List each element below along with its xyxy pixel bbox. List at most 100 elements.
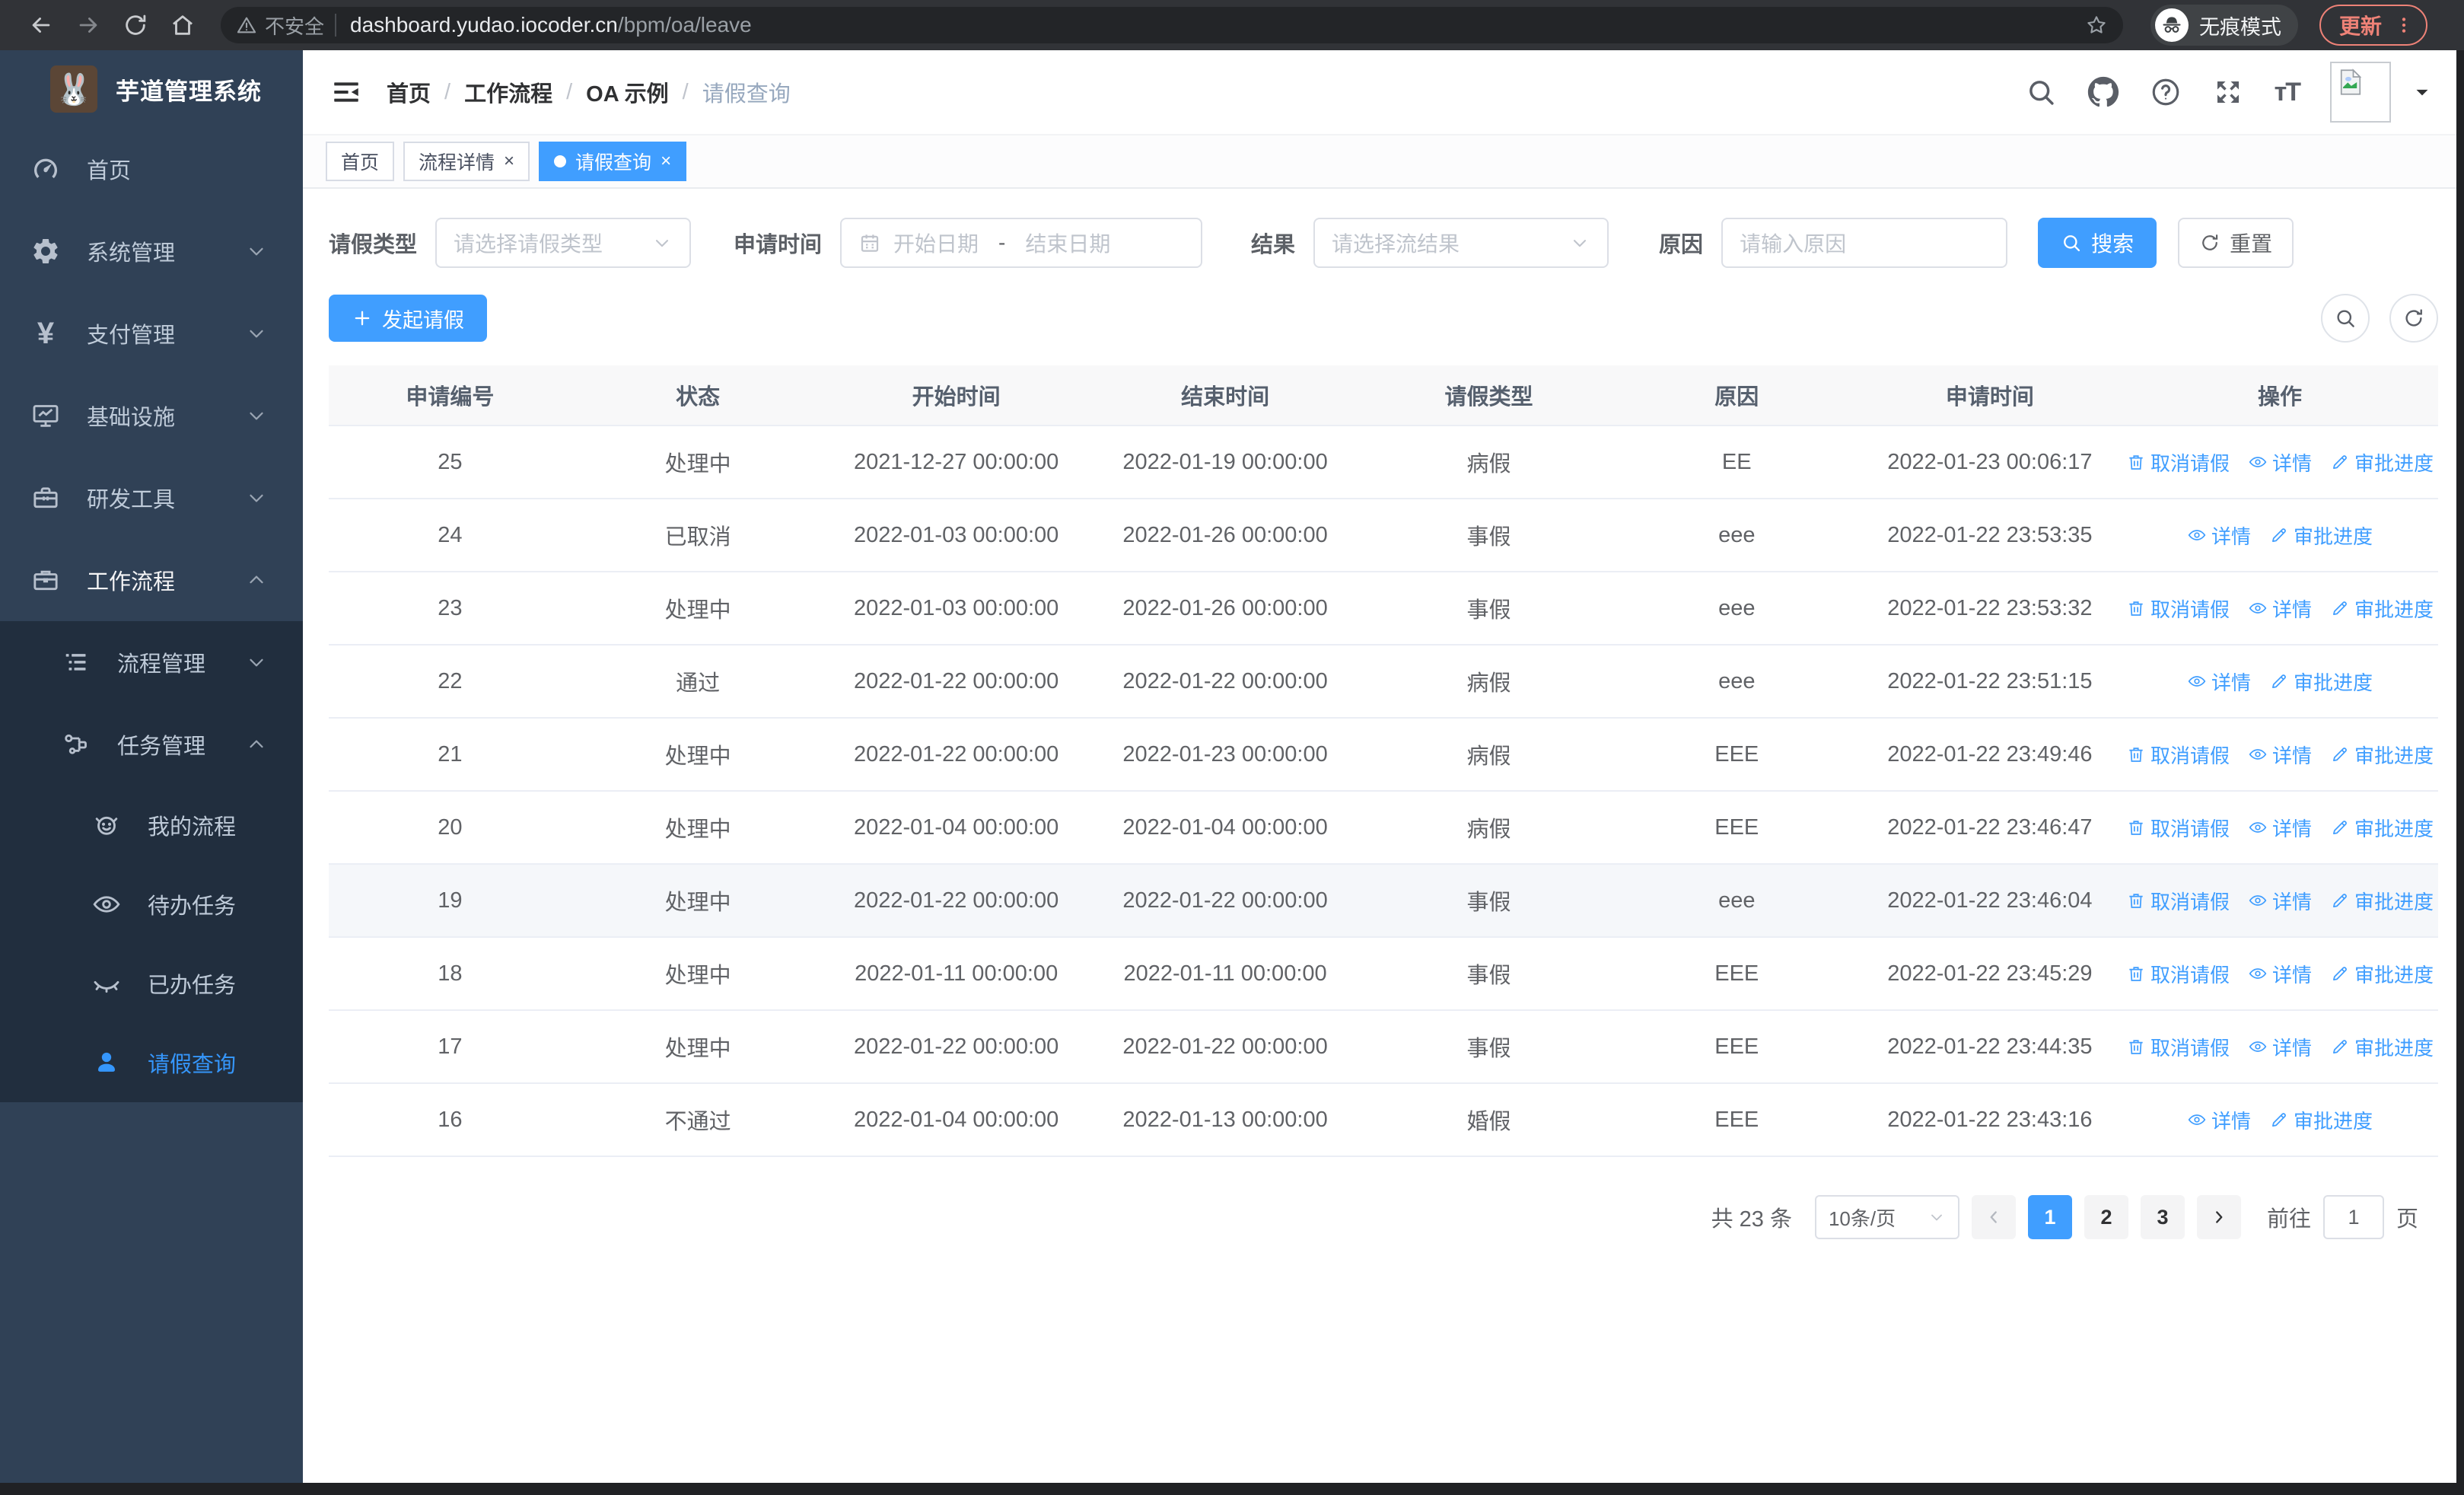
breadcrumb-item-0[interactable]: 首页	[387, 76, 431, 108]
apply-time-range-picker[interactable]: 开始日期 - 结束日期	[840, 218, 1203, 268]
tags-view-bar: 首页 流程详情 × 请假查询 ×	[303, 135, 2464, 189]
end-date-placeholder: 结束日期	[1025, 232, 1111, 256]
action-approval-progress[interactable]: 审批进度	[2269, 1106, 2373, 1134]
action-detail[interactable]: 详情	[2248, 1033, 2312, 1061]
breadcrumb-item-1[interactable]: 工作流程	[464, 76, 552, 108]
tab-1[interactable]: 流程详情 ×	[403, 142, 530, 181]
action-cancel-leave[interactable]: 取消请假	[2126, 887, 2230, 915]
sidebar-item-8[interactable]: 我的流程	[0, 786, 303, 865]
tab-0[interactable]: 首页	[326, 142, 395, 181]
column-header-3: 结束时间	[1181, 385, 1270, 410]
leave-type-select[interactable]: 请选择请假类型	[435, 218, 692, 268]
fontsize-icon[interactable]: тT	[2275, 78, 2301, 107]
action-approval-progress[interactable]: 审批进度	[2330, 960, 2434, 988]
action-detail[interactable]: 详情	[2187, 521, 2251, 550]
sidebar-item-1[interactable]: 系统管理	[0, 210, 303, 292]
sidebar-item-10[interactable]: 已办任务	[0, 944, 303, 1023]
action-cancel-leave[interactable]: 取消请假	[2126, 960, 2230, 988]
search-button[interactable]: 搜索	[2038, 218, 2157, 268]
browser-home-icon[interactable]	[163, 5, 202, 45]
action-detail[interactable]: 详情	[2248, 741, 2312, 769]
cell-status: 处理中	[664, 452, 731, 477]
avatar-caret-down-icon[interactable]	[2411, 81, 2434, 104]
goto-page-input[interactable]: 1	[2322, 1195, 2384, 1239]
sidebar-collapse-icon[interactable]	[330, 76, 362, 108]
sidebar-logo-row[interactable]: 🐰 芋道管理系统	[0, 50, 303, 128]
page-button-2[interactable]: 2	[2084, 1195, 2128, 1239]
browser-reload-icon[interactable]	[116, 5, 155, 45]
action-cancel-leave[interactable]: 取消请假	[2126, 741, 2230, 769]
page-button-1[interactable]: 1	[2027, 1195, 2072, 1239]
action-approval-progress[interactable]: 审批进度	[2330, 814, 2434, 842]
sidebar-item-9[interactable]: 待办任务	[0, 865, 303, 944]
avatar[interactable]	[2330, 62, 2391, 123]
cell-reason: EEE	[1714, 1034, 1759, 1059]
column-header-1: 状态	[676, 385, 721, 410]
address-bar[interactable]: 不安全 dashboard.yudao.iocoder.cn/bpm/oa/le…	[221, 7, 2123, 43]
refresh-table-button[interactable]	[2389, 294, 2438, 343]
sidebar-item-7[interactable]: 任务管理	[0, 703, 303, 786]
edit-icon	[2330, 964, 2350, 983]
cell-leave-type: 病假	[1466, 744, 1511, 769]
result-label: 结果	[1251, 233, 1296, 257]
action-approval-progress[interactable]: 审批进度	[2330, 741, 2434, 769]
browser-back-icon[interactable]	[21, 5, 61, 45]
cell-actions: 取消请假 详情 审批进度	[2126, 1033, 2434, 1061]
create-leave-button[interactable]: 发起请假	[329, 295, 487, 342]
table-row-17: 17 处理中 2022-01-22 00:00:00 2022-01-22 00:00…	[329, 1011, 2438, 1084]
sidebar-item-2[interactable]: ¥ 支付管理	[0, 292, 303, 375]
action-approval-progress[interactable]: 审批进度	[2330, 448, 2434, 477]
browser-menu-dots-icon[interactable]	[2394, 15, 2414, 35]
sidebar-item-6[interactable]: 流程管理	[0, 621, 303, 703]
trash-icon	[2126, 598, 2146, 618]
action-cancel-leave[interactable]: 取消请假	[2126, 1033, 2230, 1061]
github-icon[interactable]	[2087, 76, 2119, 108]
search-icon[interactable]	[2025, 76, 2057, 108]
cell-id: 16	[438, 1107, 463, 1132]
prev-page-button[interactable]	[1971, 1195, 2016, 1239]
breadcrumb-item-2[interactable]: OA 示例	[586, 76, 668, 108]
sidebar-item-0[interactable]: 首页	[0, 128, 303, 210]
action-detail[interactable]: 详情	[2187, 668, 2251, 696]
action-cancel-leave[interactable]: 取消请假	[2126, 814, 2230, 842]
result-select[interactable]: 请选择流结果	[1313, 218, 1609, 268]
page-button-3[interactable]: 3	[2140, 1195, 2185, 1239]
next-page-button[interactable]	[2196, 1195, 2241, 1239]
browser-update-button[interactable]: 更新	[2319, 5, 2428, 46]
tab-close-icon[interactable]: ×	[504, 152, 514, 171]
action-cancel-leave[interactable]: 取消请假	[2126, 448, 2230, 477]
action-detail[interactable]: 详情	[2248, 594, 2312, 623]
table-row-25: 25 处理中 2021-12-27 00:00:00 2022-01-19 00:00…	[329, 426, 2438, 499]
action-detail[interactable]: 详情	[2248, 887, 2312, 915]
show-search-button[interactable]	[2321, 294, 2370, 343]
sidebar-item-11[interactable]: 请假查询	[0, 1023, 303, 1102]
sidebar-item-5[interactable]: 工作流程	[0, 539, 303, 621]
table-body: 25 处理中 2021-12-27 00:00:00 2022-01-19 00:00…	[329, 426, 2438, 1157]
help-icon[interactable]	[2150, 76, 2182, 108]
cell-actions: 详情 审批进度	[2187, 521, 2373, 550]
action-detail[interactable]: 详情	[2248, 448, 2312, 477]
action-approval-progress[interactable]: 审批进度	[2269, 521, 2373, 550]
sidebar-item-3[interactable]: 基础设施	[0, 375, 303, 457]
action-detail[interactable]: 详情	[2248, 960, 2312, 988]
fullscreen-icon[interactable]	[2212, 76, 2244, 108]
tab-close-icon[interactable]: ×	[661, 152, 671, 171]
action-approval-progress[interactable]: 审批进度	[2330, 1033, 2434, 1061]
cell-reason: EE	[1721, 449, 1752, 474]
cell-apply-time: 2022-01-22 23:51:15	[1887, 668, 2093, 693]
action-cancel-leave[interactable]: 取消请假	[2126, 594, 2230, 623]
bookmark-star-icon[interactable]	[2085, 14, 2108, 37]
sidebar-item-4[interactable]: 研发工具	[0, 457, 303, 539]
tab-2[interactable]: 请假查询 ×	[539, 142, 687, 181]
reason-input[interactable]: 请输入原因	[1721, 218, 2008, 268]
cell-leave-type: 病假	[1466, 818, 1511, 842]
action-approval-progress[interactable]: 审批进度	[2269, 668, 2373, 696]
reset-button[interactable]: 重置	[2178, 218, 2294, 268]
action-approval-progress[interactable]: 审批进度	[2330, 594, 2434, 623]
action-detail[interactable]: 详情	[2248, 814, 2312, 842]
page-size-select[interactable]: 10条/页	[1814, 1195, 1959, 1239]
browser-forward-icon[interactable]	[68, 5, 108, 45]
action-detail[interactable]: 详情	[2187, 1106, 2251, 1134]
sidebar-item-label: 请假查询	[148, 1053, 237, 1077]
action-approval-progress[interactable]: 审批进度	[2330, 887, 2434, 915]
